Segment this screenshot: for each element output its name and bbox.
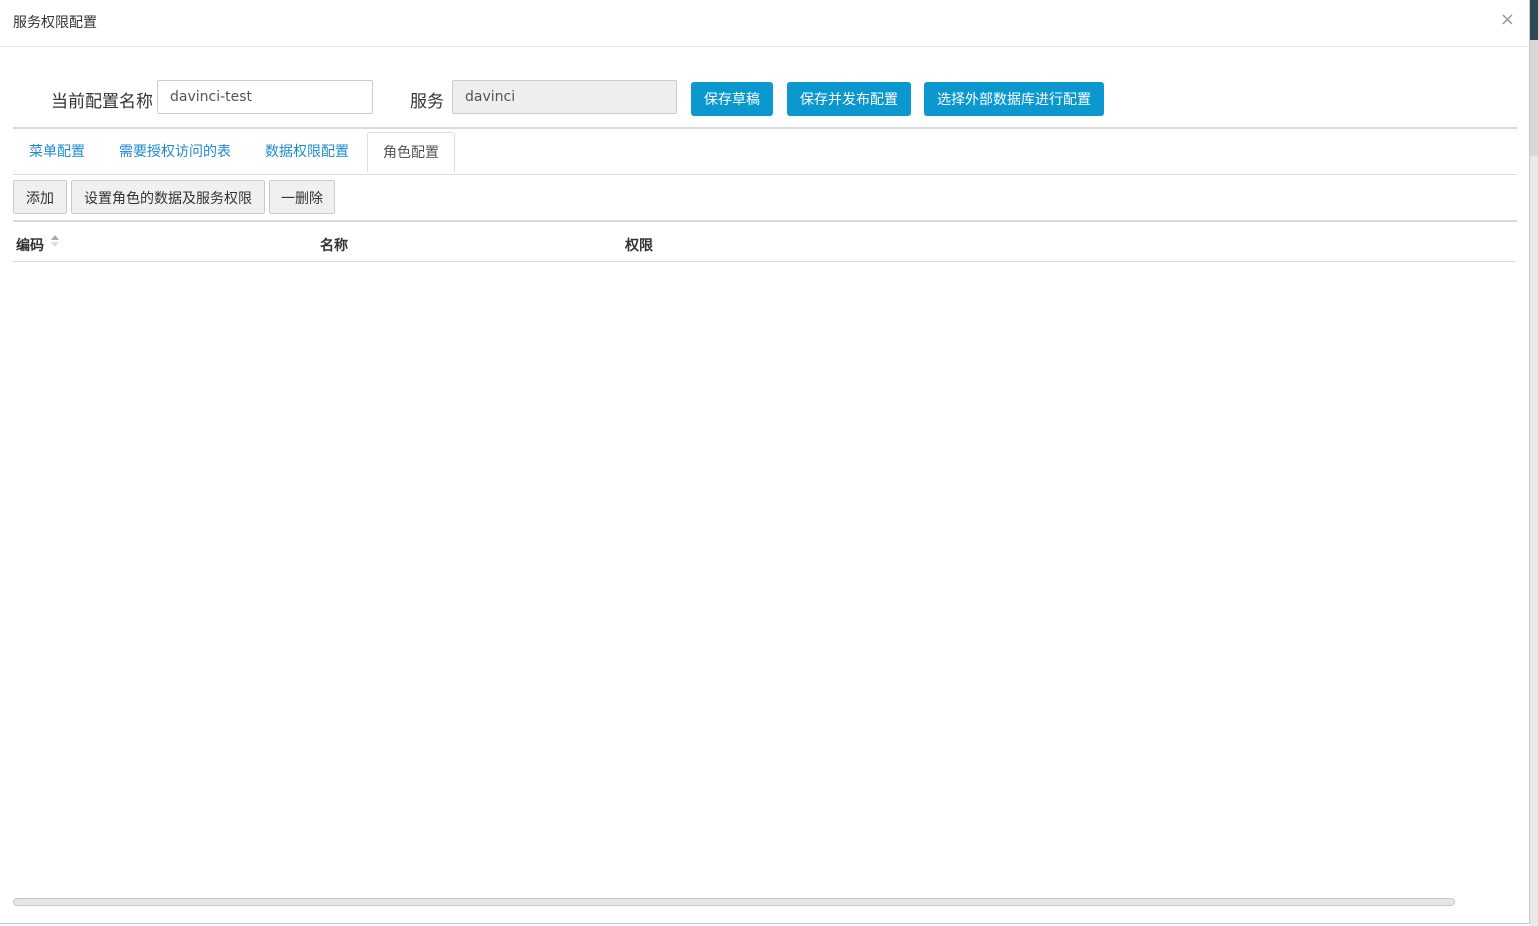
horizontal-scrollbar[interactable] [13,898,1455,906]
tab-data-permission[interactable]: 数据权限配置 [250,132,364,173]
tab-auth-tables[interactable]: 需要授权访问的表 [104,132,246,173]
service-input: davinci [452,80,677,114]
dialog-title: 服务权限配置 [13,15,97,31]
config-form-row: 当前配置名称 davinci-test 服务 davinci 保存草稿 保存并发… [0,80,1529,116]
backdrop-edge [1530,0,1538,926]
sort-icon[interactable] [50,234,60,248]
backdrop-dark-strip [1530,0,1538,40]
save-publish-button[interactable]: 保存并发布配置 [787,82,911,116]
set-role-permissions-button[interactable]: 设置角色的数据及服务权限 [71,180,265,214]
close-icon[interactable]: × [1500,10,1515,30]
config-tabs: 菜单配置 需要授权访问的表 数据权限配置 角色配置 [13,132,1517,175]
tab-role-config[interactable]: 角色配置 [367,132,455,173]
column-header-name: 名称 [320,238,348,254]
config-name-label: 当前配置名称 [51,92,153,112]
dialog-header: 服务权限配置 × [0,0,1529,47]
save-draft-button[interactable]: 保存草稿 [691,82,773,116]
column-header-code[interactable]: 编码 [16,235,44,255]
role-table-header: 编码 名称 权限 [13,225,1515,262]
service-permission-dialog: 服务权限配置 × 当前配置名称 davinci-test 服务 davinci … [0,0,1530,924]
column-header-permission: 权限 [625,238,653,254]
delete-button[interactable]: 一删除 [269,180,335,214]
config-name-input[interactable]: davinci-test [157,80,373,114]
form-divider [13,127,1517,129]
add-button[interactable]: 添加 [13,180,67,214]
service-label: 服务 [410,92,444,112]
tab-menu-config[interactable]: 菜单配置 [14,132,100,173]
backdrop-mid-strip [1530,40,1538,156]
toolbar-divider [13,220,1517,222]
external-db-button[interactable]: 选择外部数据库进行配置 [924,82,1104,116]
